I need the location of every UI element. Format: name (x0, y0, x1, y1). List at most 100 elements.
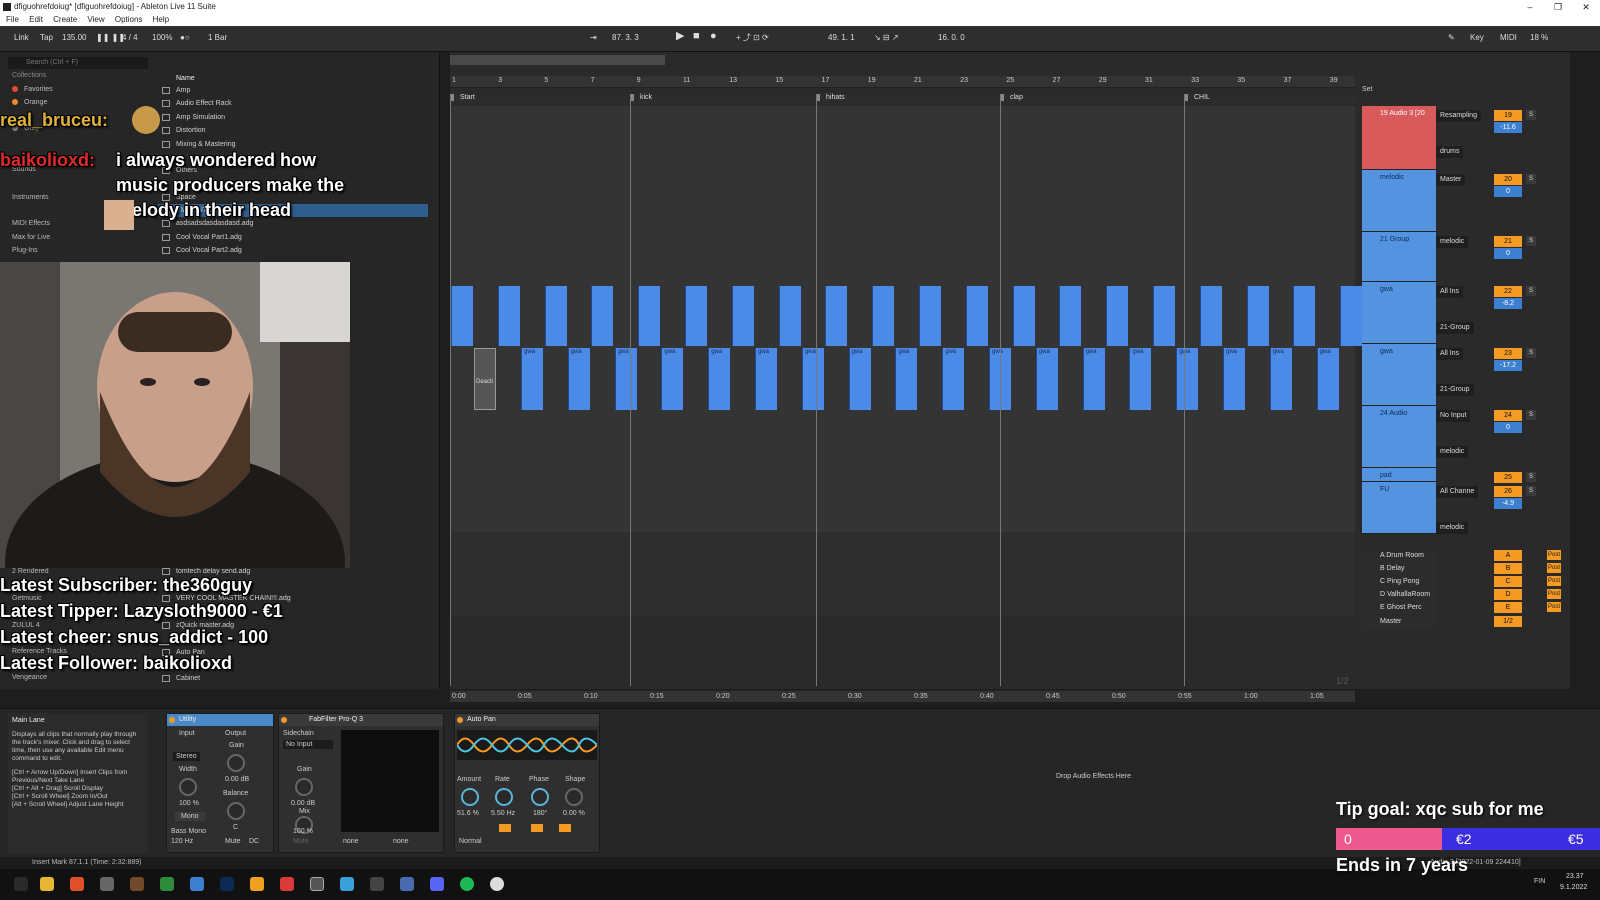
discord-icon[interactable] (430, 877, 444, 891)
place-midi-effects[interactable]: MIDI Effects (12, 220, 50, 227)
obs-icon[interactable] (280, 877, 294, 891)
track-volume[interactable]: 0 (1494, 422, 1522, 433)
track-io-select[interactable]: Resampling (1436, 110, 1490, 122)
track-header[interactable]: gwa (1362, 344, 1436, 406)
device-on-icon[interactable] (457, 717, 463, 723)
track-lane[interactable] (450, 560, 1355, 574)
audio-clip[interactable]: gwa (942, 348, 965, 410)
track-header[interactable]: FU (1362, 482, 1436, 534)
browser-item-distortion[interactable]: Distortion (158, 124, 428, 137)
track-header[interactable]: 19 Audio 3 [20 (1362, 106, 1436, 170)
proq-none-right[interactable]: none (393, 838, 409, 845)
audio-clip[interactable] (919, 286, 941, 346)
post-button[interactable]: Post (1547, 576, 1561, 586)
locator-marker[interactable]: hihats (816, 94, 845, 101)
utility-mono-button[interactable]: Mono (175, 812, 205, 821)
locator-marker[interactable]: CHIL (1184, 94, 1210, 101)
track-header[interactable]: melodic (1362, 170, 1436, 232)
browser-search-input[interactable]: Search (Ctrl + F) (8, 57, 148, 69)
autopan-amount-knob[interactable] (461, 788, 479, 806)
solo-button[interactable]: S (1526, 348, 1536, 358)
track-io-select[interactable]: All Ins (1436, 286, 1490, 298)
track-io-select[interactable]: All Ins (1436, 348, 1490, 360)
file-explorer-icon[interactable] (40, 877, 54, 891)
photoshop-icon[interactable] (220, 877, 234, 891)
browser-item-audio-effect-rack[interactable]: Audio Effect Rack (158, 97, 428, 110)
track-number[interactable]: 19 (1494, 110, 1522, 121)
locator-lane[interactable]: Start kick hihats clap CHIL (450, 94, 1355, 104)
track-volume[interactable]: -4.9 (1494, 498, 1522, 509)
utility-gain-knob[interactable] (227, 754, 245, 772)
return-letter[interactable]: A (1494, 550, 1522, 561)
solo-button[interactable]: S (1526, 472, 1536, 482)
post-button[interactable]: Post (1547, 602, 1561, 612)
track-io-select[interactable]: No Input (1436, 410, 1490, 422)
track-lane[interactable] (450, 546, 1355, 560)
track-lane[interactable] (450, 106, 1355, 170)
place-instruments[interactable]: Instruments (12, 194, 49, 201)
track-lane[interactable] (450, 602, 1355, 616)
track-volume[interactable]: -8.2 (1494, 298, 1522, 309)
track-number[interactable]: 22 (1494, 286, 1522, 297)
audio-clip[interactable] (1246, 286, 1269, 346)
audio-clip[interactable]: gwa (755, 348, 777, 410)
return-track[interactable]: C Ping Pong (1362, 576, 1436, 588)
track-output-select[interactable]: drums (1436, 146, 1490, 158)
maximize-button[interactable]: ❐ (1544, 0, 1572, 14)
utility-bass-mono-button[interactable]: Bass Mono (171, 828, 206, 835)
track-lane[interactable] (450, 468, 1355, 482)
audio-clip[interactable]: gwa (708, 348, 731, 410)
audio-clip[interactable]: gwa (614, 348, 637, 410)
audio-clip[interactable]: gwa (895, 348, 918, 410)
audio-clip[interactable] (1106, 286, 1129, 346)
stop-icon[interactable]: ■ (693, 31, 700, 42)
device-on-icon[interactable] (169, 717, 175, 723)
audio-clip[interactable] (451, 286, 473, 346)
track-number[interactable]: 24 (1494, 410, 1522, 421)
utility-dc-button[interactable]: DC (249, 838, 259, 845)
return-letter[interactable]: C (1494, 576, 1522, 587)
audio-clip[interactable] (1293, 286, 1316, 346)
utility-stereo-select[interactable]: Stereo (173, 752, 200, 761)
track-io-select[interactable]: All Channe (1436, 486, 1490, 498)
track-lane[interactable] (450, 574, 1355, 588)
spotify-icon[interactable] (460, 877, 474, 891)
track-header[interactable]: 21 Group (1362, 232, 1436, 282)
utility-bass-freq[interactable]: 120 Hz (171, 838, 193, 845)
audio-clip[interactable] (638, 286, 661, 346)
track-output-select[interactable]: melodic (1436, 446, 1490, 458)
locator-marker[interactable]: clap (1000, 94, 1023, 101)
autopan-device[interactable]: Auto Pan Amount 51.6 % Rate 5.50 Hz Phas… (454, 713, 600, 853)
audio-clip[interactable]: gwa (661, 348, 684, 410)
audio-clip[interactable] (1340, 286, 1363, 346)
menu-edit[interactable]: Edit (29, 14, 43, 26)
audio-clip[interactable] (544, 286, 567, 346)
autopan-shape-knob[interactable] (565, 788, 583, 806)
track-volume[interactable]: 0 (1494, 186, 1522, 197)
utility-title-bar[interactable]: Utility (167, 714, 273, 726)
audio-clip[interactable] (872, 286, 895, 346)
solo-button[interactable]: S (1526, 110, 1536, 120)
audio-clip[interactable]: gwa (567, 348, 590, 410)
solo-button[interactable]: S (1526, 236, 1536, 246)
proq-none-left[interactable]: none (343, 838, 359, 845)
tempo-field[interactable]: 135.00 (62, 33, 86, 43)
autopan-hz-toggle[interactable] (499, 824, 511, 832)
solo-button[interactable]: S (1526, 486, 1536, 496)
track-lane[interactable] (450, 406, 1355, 468)
loop-length-field[interactable]: 16. 0. 0 (938, 33, 965, 43)
return-track[interactable]: D ValhallaRoom (1362, 589, 1436, 601)
meter-field[interactable]: 4 / 4 (122, 33, 138, 43)
position-field[interactable]: 87. 3. 3 (612, 33, 639, 43)
autopan-title-bar[interactable]: Auto Pan (455, 714, 599, 726)
audio-clip[interactable] (591, 286, 614, 346)
locator-marker[interactable]: Start (450, 94, 475, 101)
track-number[interactable]: 21 (1494, 236, 1522, 247)
place-max-for-live[interactable]: Max for Live (12, 234, 50, 241)
windows-start-icon[interactable] (14, 877, 28, 891)
utility-width-knob[interactable] (179, 778, 197, 796)
audio-clip[interactable] (1153, 286, 1175, 346)
app-icon[interactable] (490, 877, 504, 891)
track-output-select[interactable]: 21-Group (1436, 322, 1490, 334)
audio-clip[interactable]: gwa (1176, 348, 1199, 410)
